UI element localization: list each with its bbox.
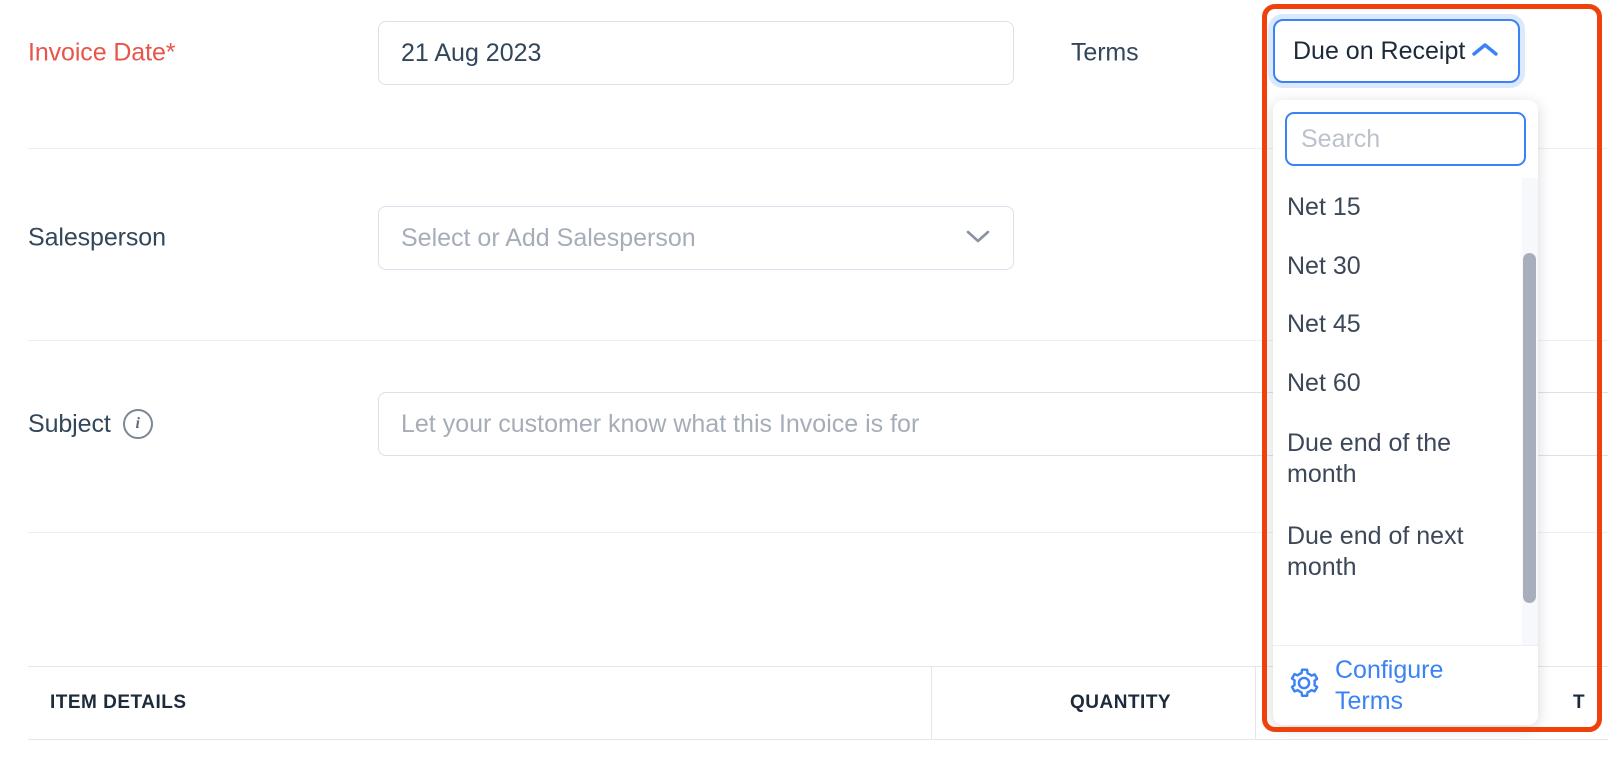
terms-option-due-end-of-next-month[interactable]: Due end of next month xyxy=(1273,505,1538,598)
terms-dropdown-scrollbar[interactable] xyxy=(1522,178,1538,645)
invoice-form-page: Invoice Date* 21 Aug 2023 Terms Salesper… xyxy=(0,0,1608,764)
column-header-item-details[interactable]: ITEM DETAILS xyxy=(50,692,187,714)
column-header-rate[interactable]: T xyxy=(1573,692,1585,714)
terms-option-net-15[interactable]: Net 15 xyxy=(1273,178,1538,237)
terms-option-due-end-of-the-month[interactable]: Due end of the month xyxy=(1273,412,1538,505)
info-icon[interactable]: i xyxy=(122,409,153,439)
configure-terms-button[interactable]: Configure Terms xyxy=(1273,645,1538,725)
terms-option-net-60[interactable]: Net 60 xyxy=(1273,354,1538,413)
terms-options-list[interactable]: Net 15 Net 30 Net 45 Net 60 Due end of t… xyxy=(1273,178,1538,645)
chevron-up-icon[interactable] xyxy=(1470,37,1500,66)
configure-terms-label: Configure Terms xyxy=(1335,656,1444,715)
subject-label-group: Subject i xyxy=(28,409,153,439)
terms-search-input[interactable]: Search xyxy=(1285,112,1526,166)
terms-selected-value: Due on Receipt xyxy=(1293,36,1466,65)
salesperson-select[interactable]: Select or Add Salesperson xyxy=(378,206,1014,270)
invoice-date-input[interactable]: 21 Aug 2023 xyxy=(378,21,1014,85)
terms-search-wrapper: Search xyxy=(1273,100,1538,166)
column-header-quantity[interactable]: QUANTITY xyxy=(1070,692,1171,714)
salesperson-placeholder: Select or Add Salesperson xyxy=(401,223,696,252)
invoice-date-label: Invoice Date* xyxy=(28,38,176,67)
terms-dropdown-panel: Search Net 15 Net 30 Net 45 Net 60 Due e… xyxy=(1273,100,1538,725)
terms-select-button[interactable]: Due on Receipt xyxy=(1273,19,1520,83)
salesperson-label: Salesperson xyxy=(28,223,166,252)
gear-icon xyxy=(1287,666,1321,705)
subject-label: Subject xyxy=(28,409,111,438)
terms-option-net-45[interactable]: Net 45 xyxy=(1273,295,1538,354)
column-separator xyxy=(1255,667,1256,739)
column-separator xyxy=(931,667,932,739)
terms-option-net-30[interactable]: Net 30 xyxy=(1273,237,1538,296)
chevron-down-icon xyxy=(965,227,991,249)
terms-label: Terms xyxy=(1071,38,1139,67)
terms-dropdown-scrollbar-thumb[interactable] xyxy=(1523,253,1536,603)
